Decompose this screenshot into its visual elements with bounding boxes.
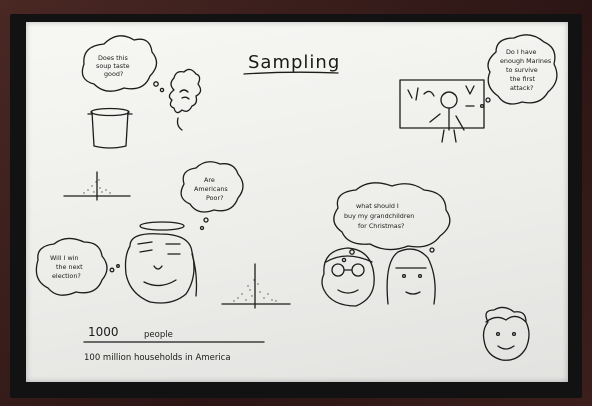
- grandma-glasses-left: [331, 263, 345, 277]
- whiteboard-drawing: Sampling Does this soup taste good? Do I…: [35, 34, 558, 363]
- teacher-bubble-dot: [485, 97, 491, 103]
- corner-face-head: [482, 306, 530, 361]
- election-bubble-dot-small: [116, 264, 120, 268]
- christmas-bubble-dot-right: [429, 247, 435, 253]
- curly-hair-head: [168, 68, 202, 114]
- population-text: 100 million households in America: [84, 353, 231, 363]
- soup-bubble-dot: [153, 81, 159, 87]
- sample-unit: people: [144, 330, 173, 340]
- corner-face-hair: [485, 315, 527, 323]
- politician-halo: [139, 221, 185, 231]
- politician-eyes: [139, 249, 181, 255]
- curly-hair-neck: [176, 117, 183, 131]
- title-text: Sampling: [248, 52, 340, 73]
- grandma-smile: [337, 289, 359, 294]
- whiteboard: Sampling Does this soup taste good? Do I…: [26, 22, 568, 382]
- grandma-hair: [325, 255, 373, 263]
- christmas-bubble-dot-small: [341, 257, 347, 263]
- curly-hair-details: [179, 89, 190, 100]
- corner-face-eye-left: [495, 331, 501, 337]
- grandma-glasses-right: [351, 263, 365, 277]
- long-hair-eye-right: [417, 273, 423, 279]
- teacher-body: [429, 107, 465, 143]
- americans-bubble-dot: [203, 217, 209, 223]
- christmas-bubble-dot: [349, 249, 355, 255]
- politician-ear-line: [191, 253, 198, 297]
- election-bubble-text: Will I win the next election?: [50, 254, 85, 280]
- long-hair: [386, 248, 436, 305]
- politician-mouth: [143, 279, 177, 287]
- corner-face-eye-right: [511, 331, 517, 337]
- long-hair-mouth: [405, 291, 421, 295]
- teacher-hair: [441, 91, 457, 97]
- americans-bubble-text: Are Americans Poor?: [194, 176, 230, 202]
- politician-eyebrows: [137, 241, 181, 245]
- soup-bubble-dot-small: [159, 87, 165, 93]
- soup-pot-rim: [90, 107, 130, 117]
- long-hair-eye-left: [401, 273, 407, 279]
- soup-bubble-text: Does this soup taste good?: [96, 54, 132, 78]
- politician-nose: [153, 265, 163, 270]
- christmas-bubble-text: what should I buy my grandchildren for C…: [344, 202, 416, 230]
- sample-count: 1000: [88, 325, 119, 339]
- teacher-bubble-text: Do I have enough Marines to survive the …: [500, 48, 553, 92]
- grandma-head: [321, 247, 375, 307]
- soup-pot: [91, 111, 129, 149]
- americans-bubble-dot-small: [199, 225, 205, 231]
- election-bubble-dot: [109, 267, 115, 273]
- corner-face-smile: [497, 345, 515, 350]
- teacher-bubble-dot-small: [479, 103, 485, 109]
